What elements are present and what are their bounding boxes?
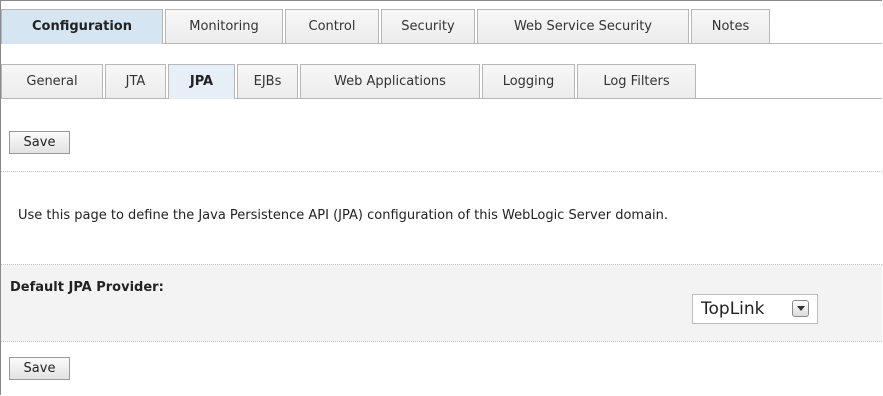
selected-value: TopLink (701, 299, 765, 319)
tab-web-applications[interactable]: Web Applications (300, 64, 480, 98)
divider (1, 171, 882, 172)
tab-jta[interactable]: JTA (105, 64, 166, 98)
tab-general[interactable]: General (1, 64, 103, 98)
default-jpa-provider-select[interactable]: TopLink (692, 294, 818, 324)
tab-log-filters[interactable]: Log Filters (577, 64, 696, 98)
tab-control[interactable]: Control (285, 9, 379, 43)
jpa-configuration-page: Configuration Monitoring Control Securit… (0, 0, 882, 395)
tab-ejbs[interactable]: EJBs (237, 64, 298, 98)
tab-web-service-security[interactable]: Web Service Security (477, 9, 689, 43)
tab-monitoring[interactable]: Monitoring (165, 9, 283, 43)
save-button-top[interactable]: Save (9, 131, 70, 154)
default-jpa-provider-label: Default JPA Provider: (10, 280, 164, 295)
save-button-bottom[interactable]: Save (9, 357, 70, 380)
tab-jpa[interactable]: JPA (168, 64, 235, 99)
chevron-down-icon[interactable] (792, 300, 809, 317)
divider (1, 341, 882, 342)
tab-configuration[interactable]: Configuration (1, 9, 163, 44)
page-description: Use this page to define the Java Persist… (18, 208, 669, 223)
tab-notes[interactable]: Notes (691, 9, 770, 43)
tab-security[interactable]: Security (381, 9, 475, 43)
default-jpa-provider-row: Default JPA Provider: TopLink (1, 265, 882, 341)
tab-logging[interactable]: Logging (482, 64, 575, 98)
primary-tab-bar: Configuration Monitoring Control Securit… (1, 9, 882, 44)
secondary-tab-bar: General JTA JPA EJBs Web Applications Lo… (1, 64, 882, 99)
